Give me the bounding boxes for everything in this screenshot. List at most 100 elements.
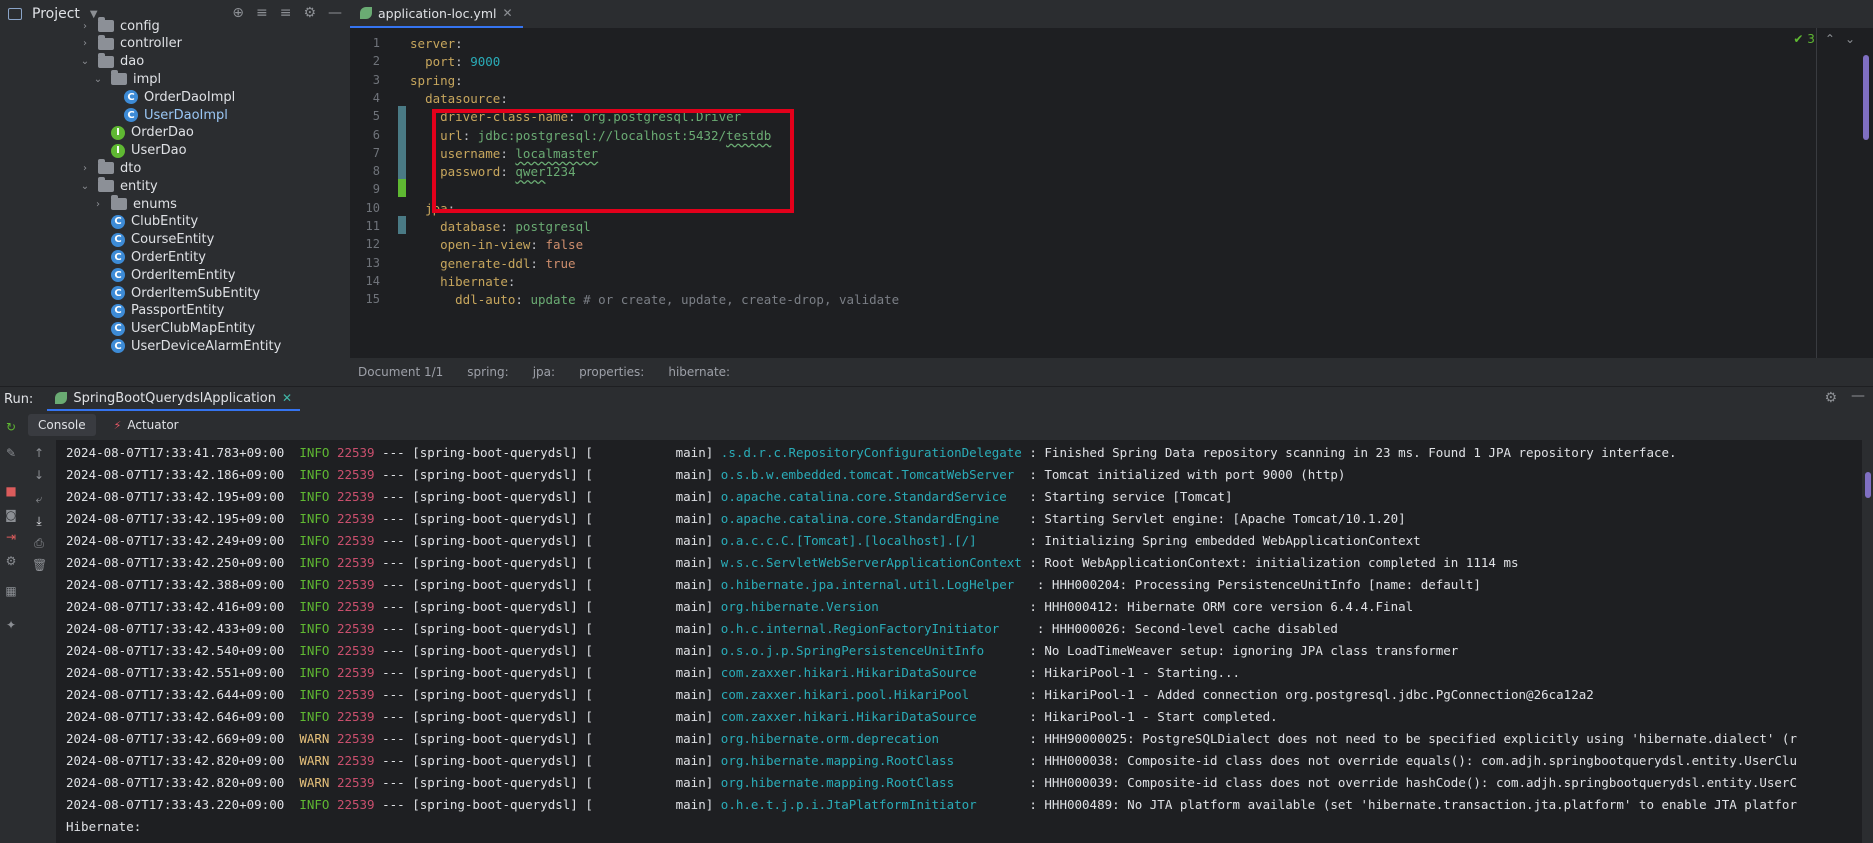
log-logger[interactable]: w.s.c.ServletWebServerApplicationContext — [721, 555, 1022, 570]
gear-icon[interactable]: ⚙ — [1824, 390, 1837, 406]
log-message: : HHH000038: Composite-id class does not… — [1021, 753, 1797, 768]
code-token: # or create, update, create-drop, valida… — [575, 292, 900, 308]
log-logger[interactable]: org.hibernate.orm.deprecation — [721, 731, 1022, 746]
log-pid: 22539 — [336, 445, 375, 460]
tree-item-label: controller — [120, 36, 183, 52]
log-logger[interactable]: org.hibernate.mapping.RootClass — [721, 753, 1022, 768]
actuator-icon: ⚡ — [113, 418, 122, 432]
folder-icon — [98, 34, 114, 50]
stop-icon[interactable]: ■ — [4, 484, 18, 498]
log-line: 2024-08-07T17:33:42.644+09:00 INFO 22539… — [66, 684, 1594, 706]
code-token: 9000 — [470, 54, 501, 70]
expand-all-icon[interactable]: ≡ — [256, 5, 268, 21]
log-level: INFO — [299, 489, 330, 504]
folder-icon — [98, 52, 114, 68]
collapse-all-icon[interactable]: ≡ — [280, 5, 292, 21]
settings-icon[interactable]: ⚙ — [4, 554, 18, 568]
class-icon: C — [111, 303, 125, 318]
tree-item-label: config — [120, 18, 160, 34]
project-title[interactable]: Project — [32, 6, 80, 22]
log-logger[interactable]: .s.d.r.c.RepositoryConfigurationDelegate — [721, 445, 1022, 460]
vcs-change-marker[interactable] — [398, 216, 406, 235]
minimize-icon[interactable]: — — [328, 5, 342, 21]
chevron-down-icon[interactable]: ⌄ — [78, 181, 92, 192]
log-logger[interactable]: o.s.o.j.p.SpringPersistenceUnitInfo — [721, 643, 1022, 658]
gear-icon[interactable]: ⚙ — [303, 5, 316, 21]
minimize-icon[interactable]: — — [1851, 388, 1865, 404]
chevron-down-icon[interactable]: ⌄ — [91, 74, 105, 85]
inspection-widget[interactable]: ✔ 3 ⌃ ⌄ — [1793, 32, 1855, 46]
log-pid: 22539 — [336, 665, 375, 680]
log-logger[interactable]: com.zaxxer.hikari.HikariDataSource — [721, 665, 1022, 680]
editor-scrollbar[interactable] — [1863, 55, 1869, 140]
log-logger[interactable]: com.zaxxer.hikari.HikariDataSource — [721, 709, 1022, 724]
log-message: : HHH90000025: PostgreSQLDialect does no… — [1021, 731, 1797, 746]
print-icon[interactable]: ⎙ — [32, 536, 46, 551]
log-logger[interactable]: com.zaxxer.hikari.pool.HikariPool — [721, 687, 1022, 702]
rerun-icon[interactable]: ↻ — [4, 420, 18, 434]
log-logger[interactable]: o.s.b.w.embedded.tomcat.TomcatWebServer — [721, 467, 1022, 482]
locate-icon[interactable]: ⊕ — [232, 5, 244, 21]
log-message: : HikariPool-1 - Added connection org.po… — [1021, 687, 1594, 702]
log-logger[interactable]: o.a.c.c.C.[Tomcat].[localhost].[/] — [721, 533, 1022, 548]
tab-actuator[interactable]: ⚡ Actuator — [114, 418, 179, 432]
chevron-right-icon[interactable]: › — [78, 38, 92, 49]
chevron-up-icon[interactable]: ⌃ — [1825, 32, 1835, 46]
log-logger[interactable]: org.hibernate.Version — [721, 599, 1022, 614]
scroll-to-end-icon[interactable]: ⤓ — [32, 514, 46, 529]
camera-icon[interactable]: ◙ — [4, 508, 18, 522]
problems-count: 3 — [1807, 32, 1815, 46]
tab-console[interactable]: Console — [28, 414, 96, 436]
exit-icon[interactable]: ⇥ — [4, 530, 18, 544]
console-scrollbar[interactable] — [1865, 472, 1871, 498]
trash-icon[interactable]: 🗑 — [32, 558, 47, 572]
log-logger[interactable]: o.h.e.t.j.p.i.JtaPlatformInitiator — [721, 797, 1022, 812]
chevron-right-icon[interactable]: › — [91, 199, 105, 210]
log-message: : HHH000412: Hibernate ORM core version … — [1021, 599, 1414, 614]
tree-item[interactable]: C UserDeviceAlarmEntity — [91, 336, 281, 356]
code-token: : — [455, 54, 471, 70]
vcs-change-marker[interactable] — [398, 106, 406, 180]
arrow-up-icon[interactable]: ↑ — [32, 446, 46, 460]
chevron-down-icon[interactable]: ⌄ — [1845, 32, 1855, 46]
problems-check-icon[interactable]: ✔ 3 — [1793, 32, 1815, 46]
run-tab[interactable]: SpringBootQuerydslApplication ✕ — [47, 387, 301, 411]
line-number: 10 — [365, 200, 380, 215]
breadcrumb-item[interactable]: jpa: — [533, 365, 555, 379]
log-logger[interactable]: o.apache.catalina.core.StandardService — [721, 489, 1022, 504]
vcs-added-marker[interactable] — [398, 179, 406, 198]
close-icon[interactable]: ✕ — [502, 6, 512, 20]
tab-application-loc-yml[interactable]: application-loc.yml ✕ — [350, 0, 523, 28]
wrench-icon[interactable]: ✎ — [4, 446, 18, 460]
code-line[interactable]: ddl-auto: update # or create, update, cr… — [410, 289, 899, 311]
project-window-icon — [8, 8, 22, 20]
log-logger[interactable]: org.hibernate.mapping.RootClass — [721, 775, 1022, 790]
log-logger[interactable]: o.h.c.internal.RegionFactoryInitiator — [721, 621, 1030, 636]
close-icon[interactable]: ✕ — [282, 391, 292, 405]
breadcrumb-item[interactable]: hibernate: — [668, 365, 730, 379]
chevron-down-icon[interactable]: ⌄ — [78, 56, 92, 67]
code-token: open-in-view — [440, 237, 531, 253]
log-timestamp: 2024-08-07T17:33:42.820+09:00 — [66, 775, 285, 790]
log-line: 2024-08-07T17:33:42.186+09:00 INFO 22539… — [66, 464, 1345, 486]
log-timestamp: 2024-08-07T17:33:42.249+09:00 — [66, 533, 285, 548]
run-left-toolbar: ↻ ✎ ■ ◙ ⇥ ⚙ ▦ ✦ — [0, 412, 22, 843]
code-token: database — [440, 219, 501, 234]
layout-icon[interactable]: ▦ — [4, 584, 18, 598]
tree-item-label: OrderDao — [131, 125, 194, 141]
console-output[interactable]: 2024-08-07T17:33:41.783+09:00 INFO 22539… — [56, 440, 1862, 843]
chevron-right-icon[interactable]: › — [78, 21, 92, 32]
pin-icon[interactable]: ✦ — [4, 618, 18, 632]
log-line: 2024-08-07T17:33:42.388+09:00 INFO 22539… — [66, 574, 1481, 596]
log-logger[interactable]: o.hibernate.jpa.internal.util.LogHelper — [721, 577, 1030, 592]
soft-wrap-icon[interactable]: ⤶ — [32, 492, 46, 507]
breadcrumb-item[interactable]: Document 1/1 — [358, 365, 443, 379]
breadcrumb-item[interactable]: spring: — [467, 365, 508, 379]
chevron-right-icon[interactable]: › — [78, 163, 92, 174]
log-logger[interactable]: o.apache.catalina.core.StandardEngine — [721, 511, 1022, 526]
breadcrumb-item[interactable]: properties: — [579, 365, 644, 379]
log-pid: 22539 — [336, 753, 375, 768]
arrow-down-icon[interactable]: ↓ — [32, 468, 46, 482]
